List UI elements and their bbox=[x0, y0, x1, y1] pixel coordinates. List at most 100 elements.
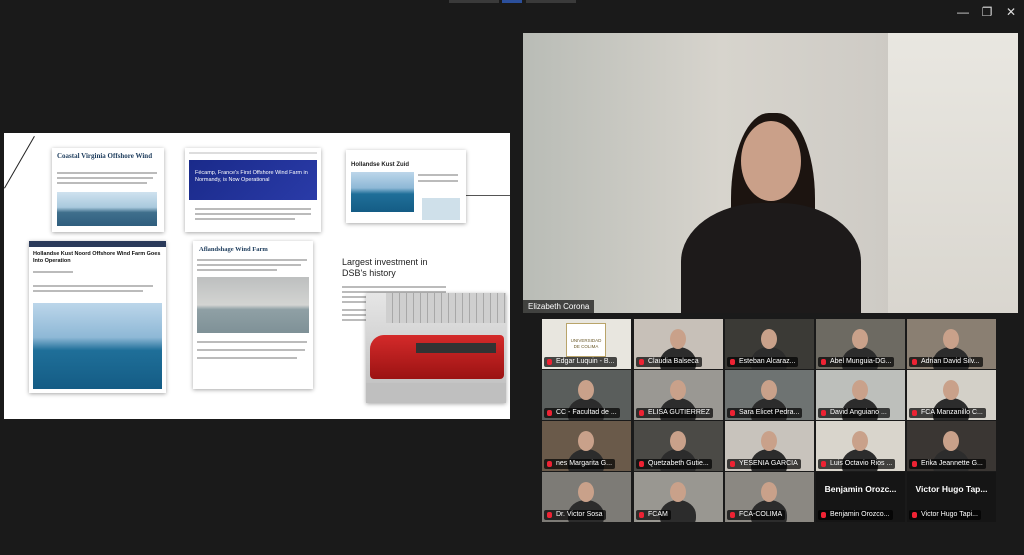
muted-mic-icon bbox=[730, 512, 735, 518]
participant-face bbox=[761, 329, 777, 349]
card-text-line bbox=[197, 259, 307, 261]
participant-face bbox=[943, 431, 959, 451]
participant-face bbox=[578, 482, 594, 502]
card-text-line bbox=[195, 213, 311, 215]
muted-mic-icon bbox=[730, 359, 735, 365]
participant-tile[interactable]: Claudia Balseca bbox=[634, 319, 723, 369]
card-text-line bbox=[197, 341, 307, 343]
participant-tile[interactable]: David Anguiano ... bbox=[816, 370, 905, 420]
map-thumbnail bbox=[422, 198, 460, 220]
muted-mic-icon bbox=[730, 461, 735, 467]
muted-mic-icon bbox=[821, 410, 826, 416]
window-light bbox=[888, 33, 1018, 313]
card-text-line bbox=[57, 177, 153, 179]
muted-mic-icon bbox=[639, 461, 644, 467]
participant-name-label: Erika Jeannette G... bbox=[909, 459, 986, 469]
participant-face bbox=[761, 380, 777, 400]
train-window bbox=[416, 343, 496, 353]
muted-mic-icon bbox=[730, 410, 735, 416]
meeting-top-bar: — ❐ ✕ bbox=[0, 0, 1024, 24]
participant-tile[interactable]: FCA Manzanillo C... bbox=[907, 370, 996, 420]
card-text-line bbox=[197, 357, 297, 359]
minimize-button[interactable]: — bbox=[952, 4, 974, 20]
participant-tile[interactable]: Sara Elicet Pedra... bbox=[725, 370, 814, 420]
card-text-line bbox=[418, 180, 458, 182]
participant-name-label: Esteban Alcaraz... bbox=[727, 357, 799, 367]
view-indicator-right[interactable] bbox=[526, 0, 576, 3]
speaker-body bbox=[681, 203, 861, 313]
muted-mic-icon bbox=[912, 512, 917, 518]
card-title: Aflandshage Wind Farm bbox=[199, 246, 268, 253]
participant-face bbox=[670, 380, 686, 400]
active-speaker-video[interactable]: Elizabeth Corona bbox=[523, 33, 1018, 313]
participant-face bbox=[852, 329, 868, 349]
close-button[interactable]: ✕ bbox=[1000, 4, 1022, 20]
participant-display-name: Benjamin Orozc... bbox=[824, 484, 897, 494]
participant-tile[interactable]: Esteban Alcaraz... bbox=[725, 319, 814, 369]
card-text-line bbox=[33, 285, 153, 287]
wind-turbine-photo bbox=[351, 172, 414, 212]
participant-tile[interactable]: UNIVERSIDAD DE COLIMA Edgar Luquin - B... bbox=[542, 319, 631, 369]
slide-card-hollandse-kust-noord: Hollandse Kust Noord Offshore Wind Farm … bbox=[29, 241, 166, 393]
view-indicator-center[interactable] bbox=[502, 0, 522, 3]
speaker-name-label: Elizabeth Corona bbox=[523, 300, 595, 313]
card-text-line bbox=[57, 182, 147, 184]
card-text-line bbox=[197, 269, 277, 271]
participant-display-name: Victor Hugo Tap... bbox=[915, 484, 988, 494]
slide-card-fecamp: Fécamp, France's First Offshore Wind Far… bbox=[185, 148, 321, 232]
participant-face bbox=[578, 431, 594, 451]
participant-tile[interactable]: Quetzabeth Gutie... bbox=[634, 421, 723, 471]
wind-turbine-photo bbox=[57, 192, 157, 226]
card-title: Fécamp, France's First Offshore Wind Far… bbox=[195, 170, 308, 183]
slide-diagonal-line bbox=[4, 136, 35, 189]
muted-mic-icon bbox=[821, 461, 826, 467]
card-text-line bbox=[33, 290, 143, 292]
participant-tile[interactable]: Benjamin Orozc... Benjamin Orozco... bbox=[816, 472, 905, 522]
card-title: Largest investment in DSB's history bbox=[342, 257, 428, 278]
participant-face bbox=[670, 482, 686, 502]
participant-tile[interactable]: Abel Munguia-DG... bbox=[816, 319, 905, 369]
participant-face bbox=[578, 380, 594, 400]
participant-tile[interactable]: Victor Hugo Tap... Victor Hugo Tapi... bbox=[907, 472, 996, 522]
shared-screen[interactable]: Coastal Virginia Offshore Wind Fécamp, F… bbox=[4, 133, 510, 419]
card-header-bar bbox=[189, 152, 317, 154]
participant-tile[interactable]: ELISA GUTIERREZ bbox=[634, 370, 723, 420]
participant-tile[interactable]: Erika Jeannette G... bbox=[907, 421, 996, 471]
muted-mic-icon bbox=[912, 461, 917, 467]
participant-name-label: Quetzabeth Gutie... bbox=[636, 459, 712, 469]
participant-face bbox=[852, 380, 868, 400]
muted-mic-icon bbox=[547, 512, 552, 518]
card-text-line bbox=[33, 271, 73, 273]
speaker-face bbox=[741, 121, 801, 201]
participant-tile[interactable]: Dr. Victor Sosa bbox=[542, 472, 631, 522]
participant-name-label: ELISA GUTIERREZ bbox=[636, 408, 713, 418]
slide-card-aflandshage: Aflandshage Wind Farm bbox=[193, 241, 313, 389]
participant-tile[interactable]: FCA-COLIMA bbox=[725, 472, 814, 522]
card-header-bar bbox=[29, 241, 166, 247]
muted-mic-icon bbox=[821, 359, 826, 365]
participant-tile[interactable]: YESENIA GARCIA bbox=[725, 421, 814, 471]
card-title: Hollandse Kust Noord Offshore Wind Farm … bbox=[33, 251, 161, 264]
participant-name-label: Adrian David Silv... bbox=[909, 357, 983, 367]
participant-name-label: FCA-COLIMA bbox=[727, 510, 786, 520]
participant-name-label: Edgar Luquin - B... bbox=[544, 357, 618, 367]
train-photo bbox=[366, 293, 506, 403]
participant-name-label: Benjamin Orozco... bbox=[818, 510, 893, 520]
participant-tile[interactable]: CC - Facultad de ... bbox=[542, 370, 631, 420]
offshore-platform-photo bbox=[33, 303, 162, 389]
participant-tile[interactable]: Adrian David Silv... bbox=[907, 319, 996, 369]
participant-name-label: FCA Manzanillo C... bbox=[909, 408, 986, 418]
participant-tile[interactable]: nes Margarita G... bbox=[542, 421, 631, 471]
card-text-line bbox=[195, 208, 311, 210]
card-text-line bbox=[195, 218, 295, 220]
muted-mic-icon bbox=[547, 410, 552, 416]
participant-tile[interactable]: Luis Octavio Rios ... bbox=[816, 421, 905, 471]
participant-face bbox=[761, 431, 777, 451]
university-logo: UNIVERSIDAD DE COLIMA bbox=[566, 323, 606, 357]
participant-name-label: David Anguiano ... bbox=[818, 408, 890, 418]
maximize-button[interactable]: ❐ bbox=[976, 4, 998, 20]
view-indicator-left[interactable] bbox=[449, 0, 499, 3]
muted-mic-icon bbox=[912, 359, 917, 365]
participant-tile[interactable]: FCAM bbox=[634, 472, 723, 522]
card-text-line bbox=[57, 172, 157, 174]
